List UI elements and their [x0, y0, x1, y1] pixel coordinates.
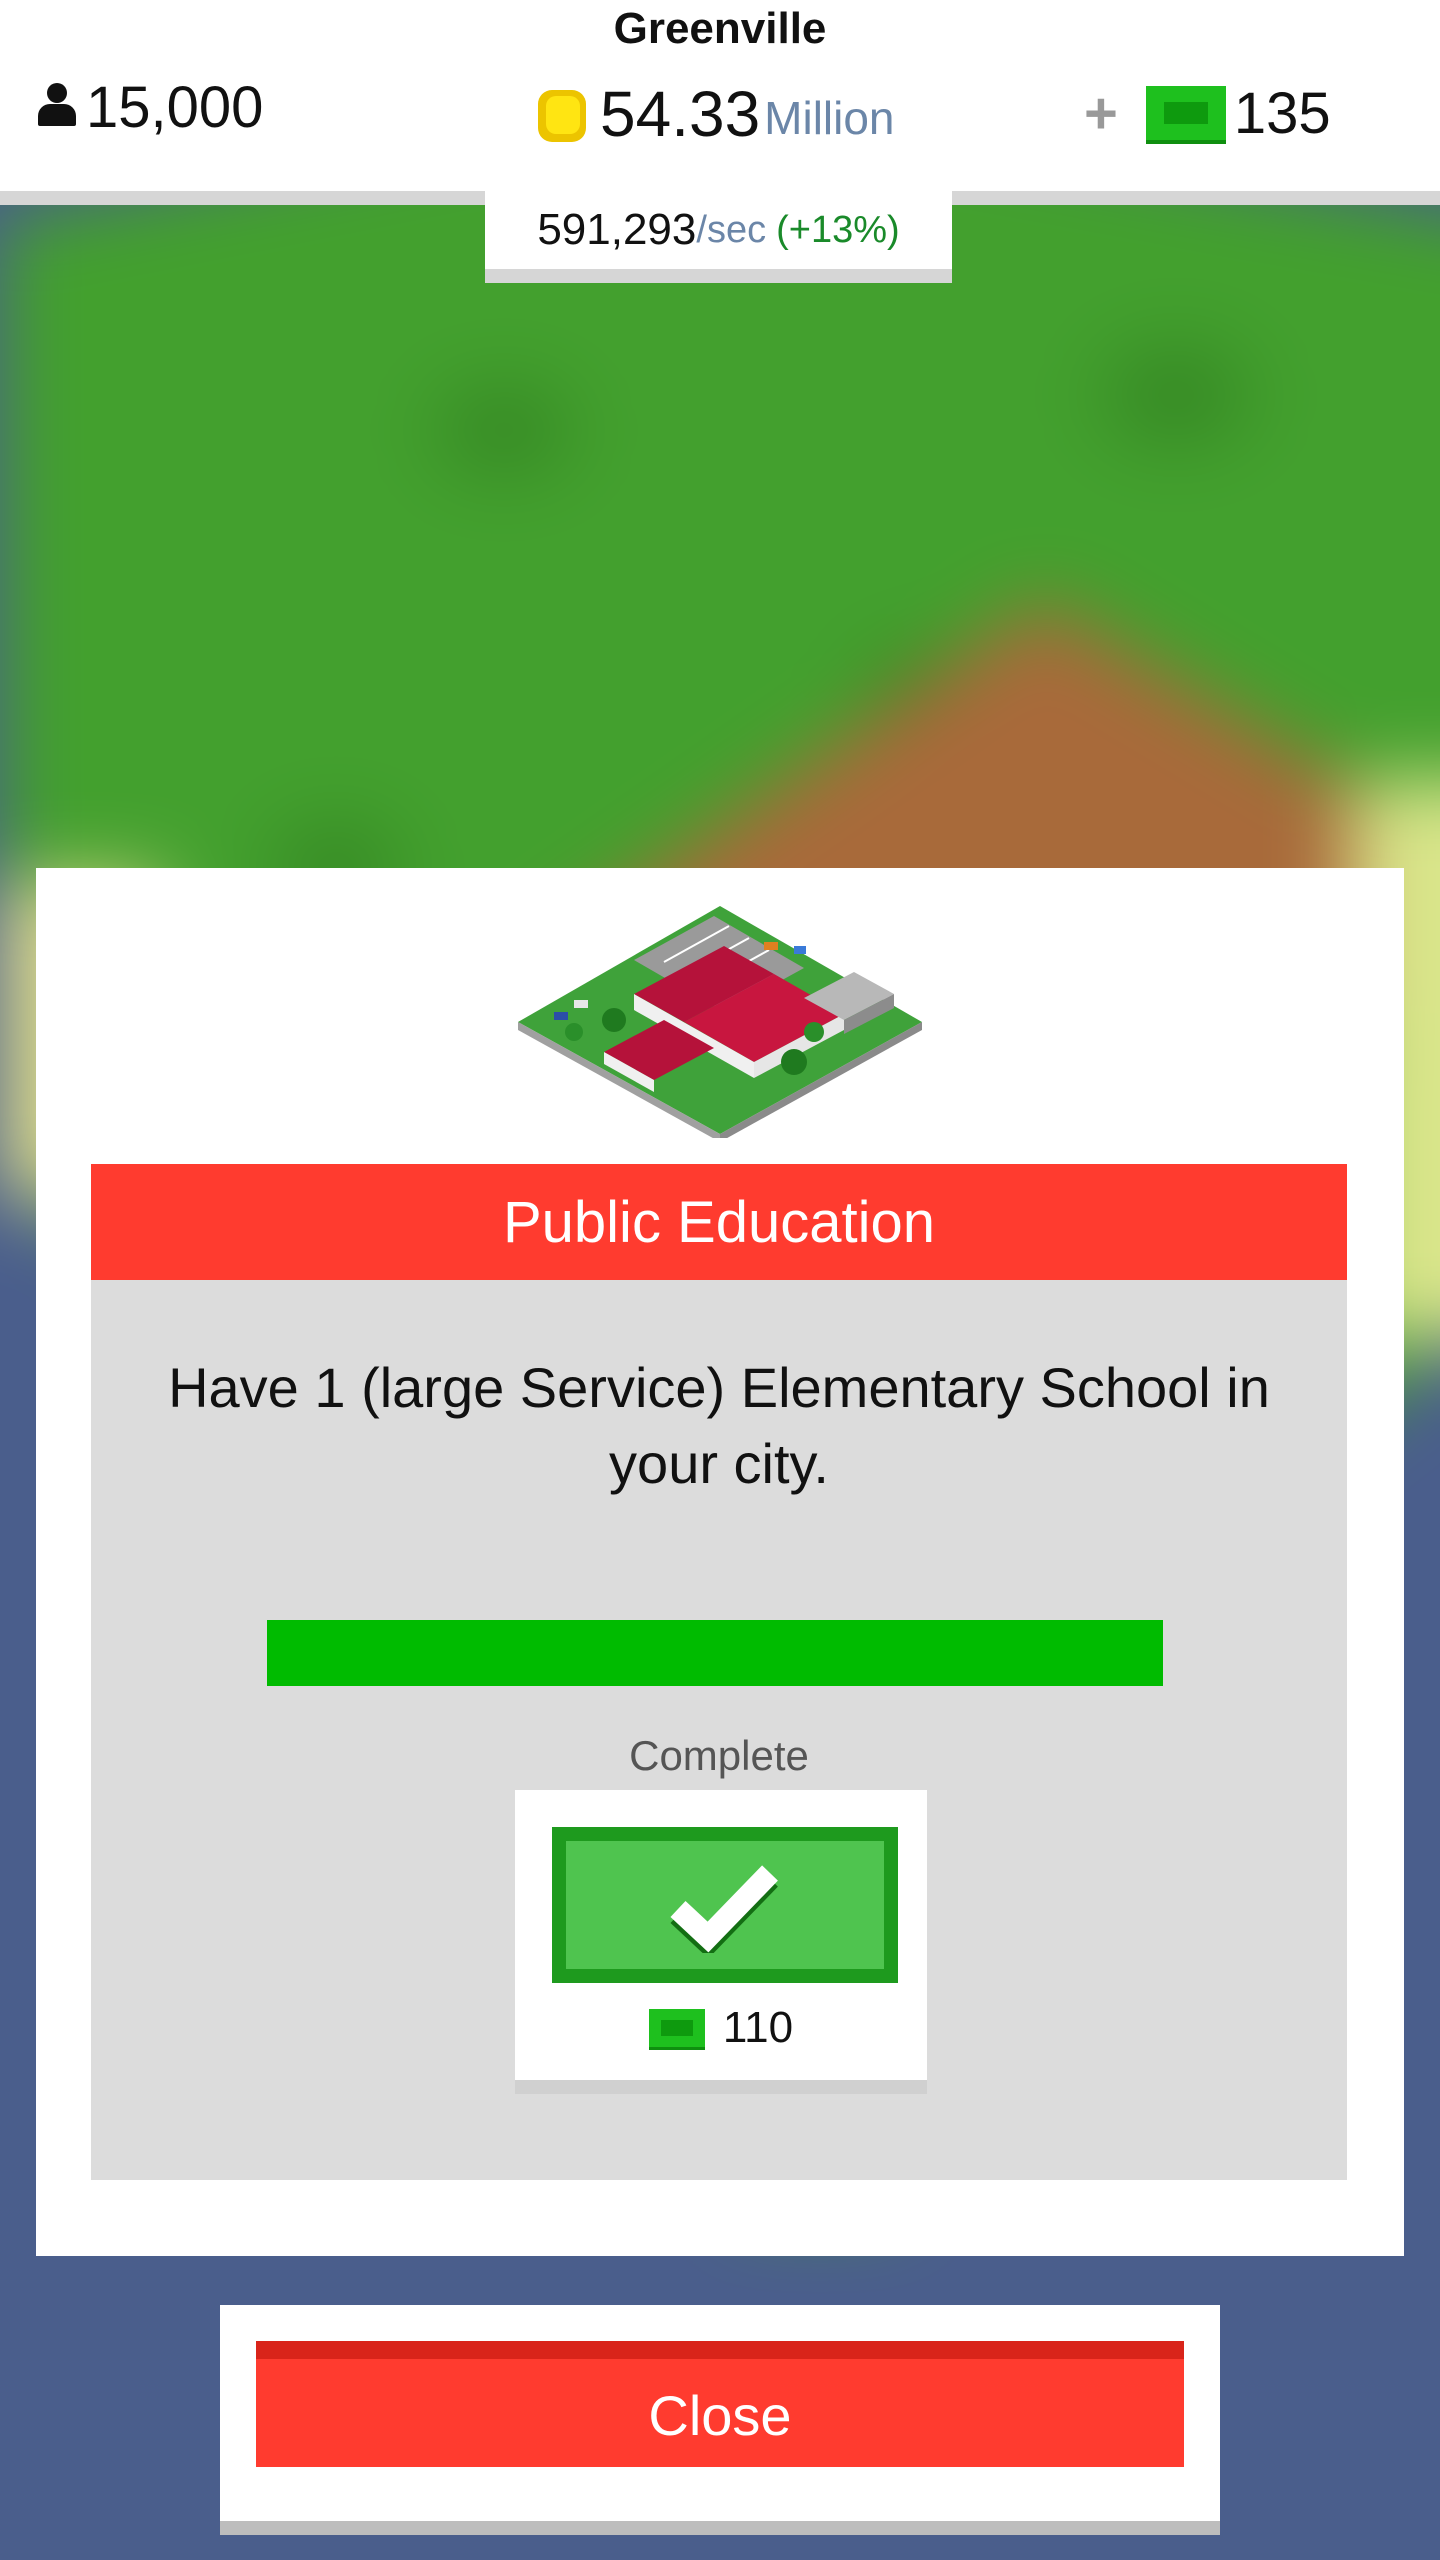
- quest-title: Public Education: [502, 1189, 936, 1255]
- quest-title-bar: Public Education: [91, 1164, 1347, 1280]
- reward-row: 110: [515, 1998, 927, 2058]
- checkmark-icon: [670, 1865, 778, 1953]
- quest-description: Have 1 (large Service) Elementary School…: [168, 1356, 1270, 1495]
- money-unit: Million: [764, 92, 895, 144]
- city-name: Greenville: [613, 4, 827, 53]
- top-hud: Greenville 15,000 54.33 Million + 135: [0, 0, 1440, 205]
- income-rate-tab: 591,293 /sec (+13%): [485, 191, 952, 283]
- money-counter: 54.33 Million: [538, 76, 895, 152]
- quest-status: Complete: [629, 1732, 809, 1779]
- population-value: 15,000: [86, 74, 264, 140]
- quest-progress-bar: [267, 1620, 1163, 1686]
- close-button[interactable]: Close: [256, 2341, 1184, 2467]
- income-rate-unit: /sec: [696, 208, 767, 251]
- close-button-frame: Close: [220, 2305, 1220, 2521]
- income-bonus: (+13%): [776, 208, 900, 251]
- person-icon: [36, 83, 78, 131]
- close-button-label: Close: [648, 2383, 792, 2447]
- premium-currency-value: 135: [1233, 80, 1331, 146]
- reward-amount: 110: [722, 2003, 794, 2052]
- population-counter: 15,000: [36, 72, 263, 142]
- cash-icon: [648, 2009, 705, 2047]
- add-currency-button[interactable]: +: [1084, 80, 1118, 147]
- quest-panel: Have 1 (large Service) Elementary School…: [91, 1280, 1347, 2180]
- coin-icon: [538, 88, 588, 142]
- premium-currency[interactable]: + 135: [1084, 78, 1331, 148]
- school-building-image: [518, 906, 922, 1138]
- quest-progress-fill: [267, 1620, 1163, 1686]
- cash-icon: [1145, 86, 1226, 140]
- money-value: 54.33: [600, 78, 761, 150]
- claim-reward-button[interactable]: [552, 1827, 898, 1983]
- reward-card: 110: [515, 1790, 927, 2080]
- income-rate-value: 591,293: [537, 205, 697, 254]
- quest-dialog: Public Education Have 1 (large Service) …: [36, 868, 1404, 2256]
